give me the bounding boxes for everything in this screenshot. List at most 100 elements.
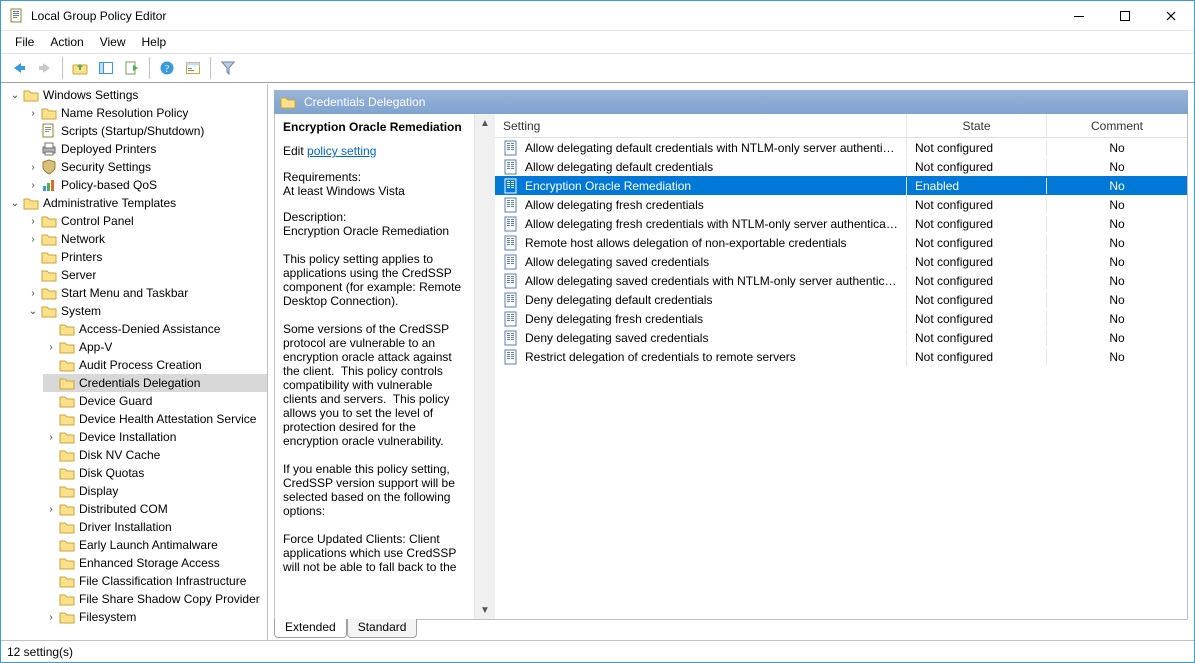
tree-item[interactable]: ›Start Menu and Taskbar: [25, 284, 267, 302]
setting-row[interactable]: Allow delegating fresh credentialsNot co…: [495, 195, 1187, 214]
tree-item[interactable]: ›Network: [25, 230, 267, 248]
setting-state: Not configured: [907, 216, 1047, 232]
tree-item[interactable]: Disk NV Cache: [43, 446, 267, 464]
qos-icon: [41, 177, 57, 193]
setting-row[interactable]: Allow delegating default credentials Not …: [495, 157, 1187, 176]
tree-item[interactable]: Driver Installation: [43, 518, 267, 536]
chevron-right-icon[interactable]: ›: [43, 609, 59, 625]
chevron-right-icon[interactable]: ›: [25, 231, 41, 247]
tab-standard[interactable]: Standard: [347, 619, 418, 638]
tree-item[interactable]: Audit Process Creation: [43, 356, 267, 374]
up-folder-button[interactable]: [68, 57, 92, 79]
policy-icon: [503, 273, 519, 289]
scroll-up-icon[interactable]: ▲: [475, 114, 495, 132]
tree-item[interactable]: Enhanced Storage Access: [43, 554, 267, 572]
setting-name: Allow delegating default credentials: [525, 160, 713, 174]
chevron-right-icon[interactable]: ›: [43, 339, 59, 355]
scroll-down-icon[interactable]: ▼: [475, 601, 495, 619]
properties-button[interactable]: [181, 57, 205, 79]
desc-scrollbar[interactable]: ▲ ▼: [475, 114, 495, 619]
setting-row[interactable]: Allow delegating saved credentialsNot co…: [495, 252, 1187, 271]
menu-file[interactable]: File: [7, 33, 42, 51]
window-title: Local Group Policy Editor: [31, 9, 1056, 23]
setting-row[interactable]: Deny delegating fresh credentialsNot con…: [495, 309, 1187, 328]
description-text: Encryption Oracle Remediation This polic…: [283, 224, 466, 613]
setting-row[interactable]: Allow delegating default credentials wit…: [495, 138, 1187, 157]
tab-extended[interactable]: Extended: [274, 619, 347, 638]
tree-item[interactable]: Early Launch Antimalware: [43, 536, 267, 554]
tree-pane[interactable]: ⌄Windows Settings›Name Resolution Policy…: [1, 84, 268, 640]
setting-comment: No: [1047, 349, 1187, 365]
folder-icon: [41, 213, 57, 229]
setting-name: Restrict delegation of credentials to re…: [525, 350, 796, 364]
tree-item[interactable]: Access-Denied Assistance: [43, 320, 267, 338]
tree-item[interactable]: ›App-V: [43, 338, 267, 356]
tree-item[interactable]: ⌄Windows Settings: [7, 86, 267, 104]
tree-item[interactable]: ⌄Administrative Templates: [7, 194, 267, 212]
close-button[interactable]: [1148, 1, 1194, 30]
tree-item-label: Audit Process Creation: [79, 358, 202, 372]
setting-row[interactable]: Allow delegating saved credentials with …: [495, 271, 1187, 290]
col-state[interactable]: State: [907, 114, 1047, 137]
chevron-down-icon[interactable]: ⌄: [7, 87, 23, 103]
col-comment[interactable]: Comment: [1047, 114, 1187, 137]
tree-item[interactable]: Credentials Delegation: [43, 374, 267, 392]
tree-item[interactable]: Device Guard: [43, 392, 267, 410]
forward-button[interactable]: [33, 57, 57, 79]
setting-comment: No: [1047, 292, 1187, 308]
tree-item-label: Distributed COM: [79, 502, 168, 516]
tree-item[interactable]: File Share Shadow Copy Provider: [43, 590, 267, 608]
tree-item[interactable]: ⌄System: [25, 302, 267, 320]
tree-item[interactable]: Server: [25, 266, 267, 284]
col-setting[interactable]: Setting: [495, 114, 907, 137]
setting-name: Allow delegating fresh credentials with …: [525, 217, 898, 231]
tree-item[interactable]: ›Policy-based QoS: [25, 176, 267, 194]
menu-view[interactable]: View: [92, 33, 134, 51]
chevron-right-icon[interactable]: ›: [25, 105, 41, 121]
chevron-right-icon[interactable]: ›: [25, 213, 41, 229]
tree-item[interactable]: ›Filesystem: [43, 608, 267, 626]
export-list-button[interactable]: [120, 57, 144, 79]
tree-item[interactable]: ›Control Panel: [25, 212, 267, 230]
setting-row[interactable]: Deny delegating saved credentialsNot con…: [495, 328, 1187, 347]
tree-item[interactable]: ›Name Resolution Policy: [25, 104, 267, 122]
setting-state: Not configured: [907, 159, 1047, 175]
edit-policy-link[interactable]: policy setting: [307, 144, 376, 158]
chevron-right-icon[interactable]: ›: [25, 177, 41, 193]
tree-item[interactable]: Printers: [25, 248, 267, 266]
tree-item-label: Deployed Printers: [61, 142, 156, 156]
chevron-down-icon[interactable]: ⌄: [25, 303, 41, 319]
menu-help[interactable]: Help: [134, 33, 175, 51]
folder-icon: [41, 303, 57, 319]
maximize-button[interactable]: [1102, 1, 1148, 30]
show-hide-tree-button[interactable]: [94, 57, 118, 79]
tree-item[interactable]: Scripts (Startup/Shutdown): [25, 122, 267, 140]
setting-row[interactable]: Deny delegating default credentialsNot c…: [495, 290, 1187, 309]
tree-item[interactable]: ›Security Settings: [25, 158, 267, 176]
chevron-right-icon[interactable]: ›: [25, 159, 41, 175]
tree-item[interactable]: Disk Quotas: [43, 464, 267, 482]
setting-state: Not configured: [907, 311, 1047, 327]
help-button[interactable]: ?: [155, 57, 179, 79]
chevron-right-icon[interactable]: ›: [43, 429, 59, 445]
menu-action[interactable]: Action: [42, 33, 91, 51]
folder-icon: [59, 429, 75, 445]
window-controls: [1056, 1, 1194, 30]
chevron-down-icon[interactable]: ⌄: [7, 195, 23, 211]
back-button[interactable]: [7, 57, 31, 79]
tree-item[interactable]: Deployed Printers: [25, 140, 267, 158]
tree-item[interactable]: File Classification Infrastructure: [43, 572, 267, 590]
tree-item[interactable]: ›Device Installation: [43, 428, 267, 446]
setting-comment: No: [1047, 159, 1187, 175]
minimize-button[interactable]: [1056, 1, 1102, 30]
setting-row[interactable]: Restrict delegation of credentials to re…: [495, 347, 1187, 366]
tree-item[interactable]: Display: [43, 482, 267, 500]
setting-row[interactable]: Encryption Oracle RemediationEnabledNo: [495, 176, 1187, 195]
filter-button[interactable]: [216, 57, 240, 79]
tree-item[interactable]: Device Health Attestation Service: [43, 410, 267, 428]
chevron-right-icon[interactable]: ›: [25, 285, 41, 301]
chevron-right-icon[interactable]: ›: [43, 501, 59, 517]
tree-item[interactable]: › Distributed COM: [43, 500, 267, 518]
setting-row[interactable]: Remote host allows delegation of non-exp…: [495, 233, 1187, 252]
setting-row[interactable]: Allow delegating fresh credentials with …: [495, 214, 1187, 233]
